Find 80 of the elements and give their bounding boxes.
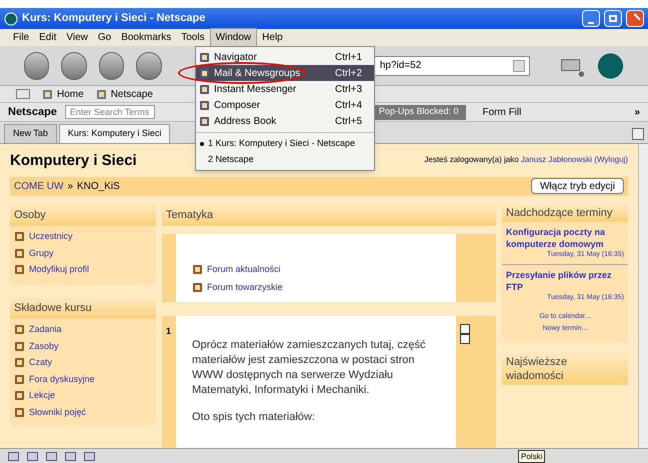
- block-link[interactable]: Słowniki pojęć: [14, 406, 152, 419]
- minimize-icon[interactable]: [582, 10, 600, 27]
- item-icon: [14, 264, 25, 276]
- menu-item[interactable]: Go: [92, 29, 116, 46]
- search-field[interactable]: Enter Search Terms: [64, 105, 155, 119]
- center-header: Tematyka: [162, 204, 496, 226]
- menu-entry[interactable]: Mail & Newsgroups Ctrl+2: [196, 65, 374, 81]
- bookmark-icon: [96, 88, 107, 100]
- more-button[interactable]: »: [634, 104, 640, 120]
- browser-tab[interactable]: New Tab: [4, 124, 57, 143]
- menu-entry[interactable]: 1 Kurs: Komputery i Sieci - Netscape: [196, 136, 374, 152]
- item-icon: [14, 374, 25, 385]
- menu-item[interactable]: Edit: [34, 29, 62, 46]
- breadcrumb-text: »: [67, 180, 74, 194]
- forum-icon: [192, 282, 203, 293]
- form-fill-button[interactable]: Form Fill: [474, 104, 530, 120]
- block-link[interactable]: Grupy: [14, 246, 152, 260]
- close-icon[interactable]: [626, 10, 644, 27]
- course-title: Komputery i Sieci: [10, 151, 137, 171]
- close-tab-icon[interactable]: [632, 128, 644, 140]
- breadcrumb-link[interactable]: COME UW: [14, 178, 64, 194]
- dropdown-icon[interactable]: [512, 60, 525, 72]
- block-link[interactable]: Fora dyskusyjne: [14, 372, 152, 386]
- logout-link[interactable]: (Wyloguj): [594, 155, 628, 164]
- tooltip: Polski: [518, 450, 546, 462]
- item-icon: [14, 340, 25, 352]
- bookmark-link[interactable]: Home: [42, 86, 84, 102]
- block-header: Nadchodzące terminy: [502, 204, 628, 222]
- event-link[interactable]: Przesyłanie plików przez FTP: [506, 269, 624, 293]
- login-info: Jesteś zalogowany(a) jako Janusz Jabłonowski (Wyloguj): [424, 154, 628, 166]
- menu-icon: [199, 84, 210, 94]
- block-header: Składowe kursu: [10, 296, 156, 319]
- app-icon: [4, 12, 18, 26]
- browser-tab[interactable]: Kurs: Komputery i Sieci: [58, 124, 170, 143]
- section-paragraph: Oprócz materiałów zamieszczanych tutaj, część materiałów jest zamieszczona w postaci stron WWW dostępnych na serwerze Wydziału Matematyki, Informatyki i Mechaniki.: [192, 338, 427, 398]
- edit-mode-button[interactable]: Włącz tryb edycji: [530, 178, 624, 194]
- item-icon: [14, 406, 25, 418]
- block-link[interactable]: Zadania: [14, 323, 152, 336]
- block-link[interactable]: Lekcje: [14, 389, 152, 402]
- collapse-icon[interactable]: [460, 324, 470, 344]
- menu-item[interactable]: Tools: [176, 29, 210, 46]
- section-text: Oto spis tych materiałów:: [192, 410, 316, 425]
- block-header: Najświeższe wiadomości: [502, 352, 628, 384]
- item-icon: [14, 357, 25, 368]
- menu-icon: [199, 116, 210, 126]
- block-link[interactable]: Uczestnicy: [14, 230, 152, 244]
- menu-icon: [199, 100, 210, 110]
- tabs-icon[interactable]: [16, 89, 30, 99]
- menu-item[interactable]: Help: [257, 29, 288, 46]
- item-icon: [14, 248, 25, 259]
- menu-icon: [199, 68, 210, 78]
- bookmark-icon: [42, 88, 53, 100]
- menu-item[interactable]: Bookmarks: [116, 29, 176, 46]
- window-title: Kurs: Komputery i Sieci - Netscape: [22, 11, 206, 26]
- scrollbar[interactable]: [638, 144, 648, 448]
- event-link[interactable]: Konfiguracja poczty na komputerze domowym: [506, 226, 624, 250]
- menu-entry[interactable]: Instant Messenger Ctrl+3: [196, 81, 374, 97]
- item-icon: [14, 324, 25, 336]
- forum-icon: [192, 264, 203, 276]
- bookmark-link[interactable]: Netscape: [96, 86, 153, 102]
- user-link[interactable]: Janusz Jabłonowski: [520, 155, 592, 164]
- item-icon: [14, 231, 25, 242]
- breadcrumb-text: KNO_KiS: [77, 180, 120, 194]
- item-icon: [14, 390, 25, 402]
- menu-item[interactable]: Window: [210, 28, 258, 47]
- menu-item[interactable]: File: [8, 29, 34, 46]
- forum-link[interactable]: Forum towarzyskie: [192, 280, 440, 294]
- restore-icon[interactable]: [604, 10, 622, 27]
- block-header: Osoby: [10, 204, 156, 226]
- block-link[interactable]: Zasoby: [14, 340, 152, 353]
- forum-link[interactable]: Forum aktualności: [192, 263, 440, 276]
- logo-icon: [596, 50, 624, 80]
- block-link[interactable]: Czaty: [14, 356, 152, 370]
- menu-item[interactable]: View: [61, 29, 93, 46]
- section-number: 1: [166, 326, 172, 336]
- menu-icon: [199, 52, 210, 62]
- bullet-icon: [200, 142, 204, 146]
- block-link[interactable]: Modyfikuj profil: [14, 263, 152, 276]
- menu-entry[interactable]: 2 Netscape: [196, 152, 374, 168]
- search-brand-button[interactable]: Netscape: [8, 104, 57, 120]
